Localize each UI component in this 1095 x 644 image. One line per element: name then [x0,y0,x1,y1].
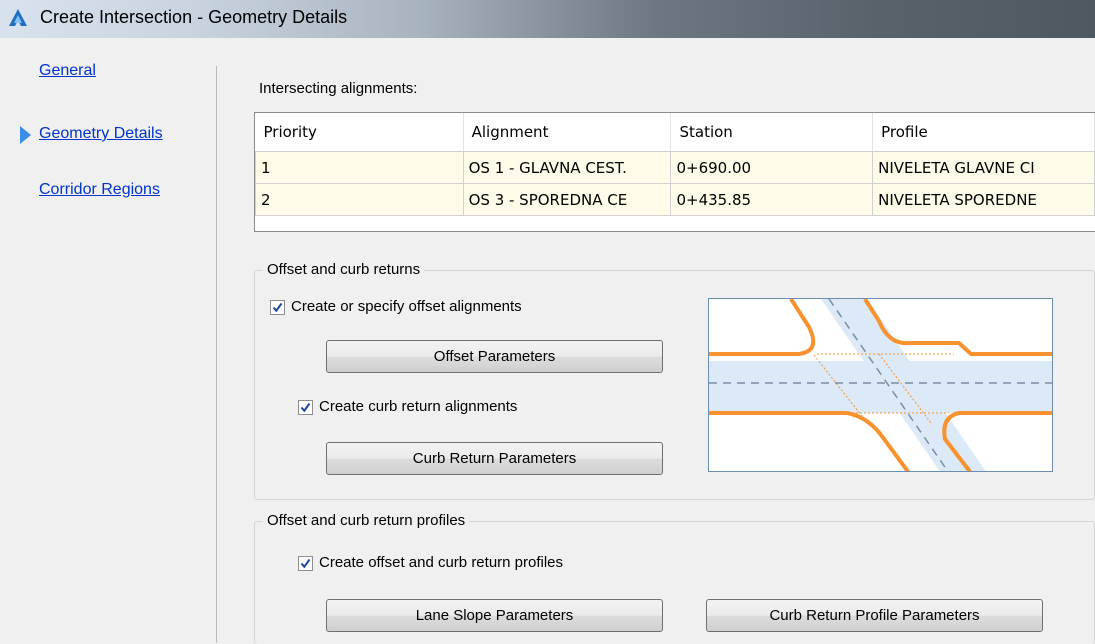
table-row[interactable]: 1 OS 1 - GLAVNA CEST. 0+690.00 NIVELETA … [255,151,1095,184]
cell-priority[interactable]: 1 [255,151,464,184]
create-offset-curb-return-profiles-checkbox[interactable] [298,556,313,571]
nav-item-general[interactable]: General [39,62,96,80]
offset-curb-return-profiles-group-title: Offset and curb return profiles [263,512,470,529]
create-offset-alignments-label[interactable]: Create or specify offset alignments [291,298,522,315]
cell-profile[interactable]: NIVELETA GLAVNE CI [872,151,1095,184]
column-header-profile[interactable]: Profile [872,113,1095,152]
cell-station[interactable]: 0+690.00 [670,151,874,184]
curb-return-profile-parameters-button[interactable]: Curb Return Profile Parameters [706,599,1043,632]
grid-header-row: Priority Alignment Station Profile [255,113,1095,152]
checkmark-icon [272,302,283,313]
column-header-alignment[interactable]: Alignment [463,113,672,152]
offset-parameters-button[interactable]: Offset Parameters [326,340,663,373]
checkmark-icon [300,558,311,569]
create-offset-curb-return-profiles-label[interactable]: Create offset and curb return profiles [319,554,563,571]
nav-divider [216,66,217,643]
intersecting-alignments-label: Intersecting alignments: [259,80,418,97]
autocad-civil-icon [9,9,27,26]
cell-station[interactable]: 0+435.85 [670,183,874,216]
intersecting-alignments-grid[interactable]: Priority Alignment Station Profile 1 OS … [254,112,1095,232]
curb-return-parameters-button[interactable]: Curb Return Parameters [326,442,663,475]
title-bar: Create Intersection - Geometry Details [0,0,1095,38]
wizard-navigation: General Geometry Details Corridor Region… [0,38,216,643]
table-row[interactable]: 2 OS 3 - SPOREDNA CE 0+435.85 NIVELETA S… [255,183,1095,216]
intersection-preview-diagram [708,298,1053,472]
nav-item-corridor-regions[interactable]: Corridor Regions [39,181,160,199]
window-title: Create Intersection - Geometry Details [40,7,348,27]
create-curb-return-alignments-checkbox[interactable] [298,400,313,415]
offset-curb-returns-group-title: Offset and curb returns [263,261,425,278]
cell-alignment[interactable]: OS 3 - SPOREDNA CE [462,183,672,216]
create-curb-return-alignments-label[interactable]: Create curb return alignments [319,398,517,415]
checkmark-icon [300,402,311,413]
cell-profile[interactable]: NIVELETA SPOREDNE [872,183,1095,216]
nav-item-geometry-details[interactable]: Geometry Details [39,125,163,143]
create-offset-alignments-checkbox[interactable] [270,300,285,315]
active-page-arrow-icon [20,126,31,144]
lane-slope-parameters-button[interactable]: Lane Slope Parameters [326,599,663,632]
column-header-priority[interactable]: Priority [255,113,464,152]
column-header-station[interactable]: Station [670,113,874,152]
cell-priority[interactable]: 2 [255,183,464,216]
cell-alignment[interactable]: OS 1 - GLAVNA CEST. [462,151,672,184]
